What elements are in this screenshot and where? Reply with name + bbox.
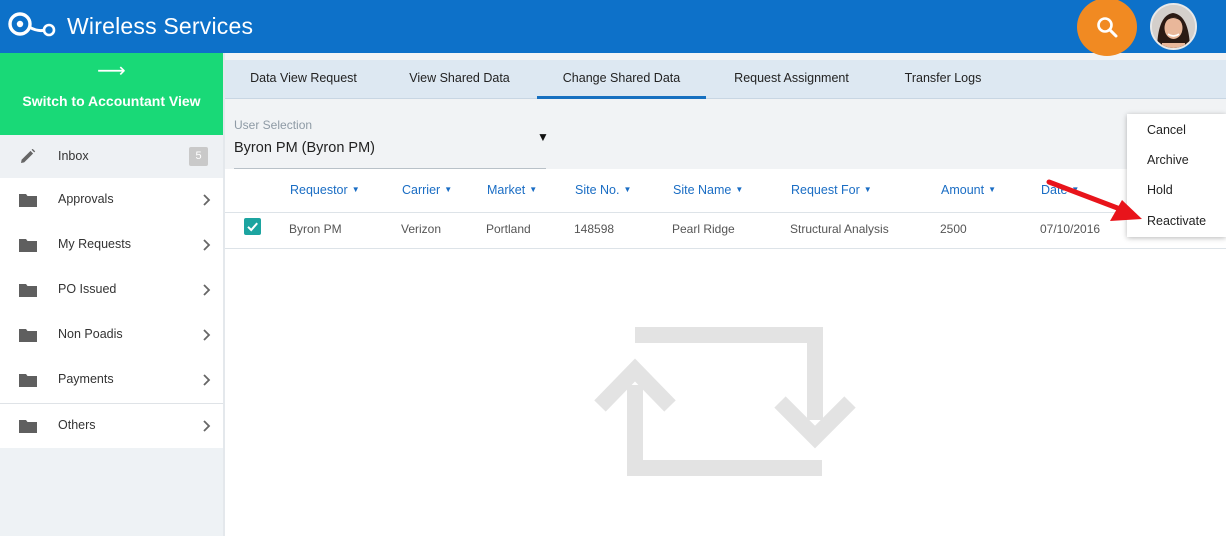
- tab-bar: Data View Request View Shared Data Chang…: [225, 60, 1226, 99]
- sidebar-item-label: Non Poadis: [58, 327, 123, 341]
- inbox-count-badge: 5: [189, 147, 208, 166]
- app-logo-icon: [8, 12, 56, 37]
- table-row-divider: [225, 248, 1226, 249]
- cell-requestor: Byron PM: [289, 222, 342, 236]
- transfer-arrows-icon: [594, 327, 856, 476]
- chevron-right-icon: [203, 284, 211, 296]
- menu-item-hold[interactable]: Hold: [1147, 183, 1173, 197]
- menu-item-cancel[interactable]: Cancel: [1147, 123, 1186, 137]
- tab-transfer-logs[interactable]: Transfer Logs: [877, 60, 1009, 99]
- menu-item-reactivate[interactable]: Reactivate: [1147, 214, 1206, 228]
- sidebar-item-po-issued[interactable]: PO Issued: [0, 268, 223, 313]
- folder-icon: [19, 239, 37, 252]
- folder-icon: [19, 329, 37, 342]
- tab-data-view-request[interactable]: Data View Request: [225, 60, 382, 99]
- column-header-site-name[interactable]: Site Name ▼: [673, 183, 743, 197]
- user-selection-select[interactable]: Byron PM (Byron PM): [234, 140, 375, 156]
- sidebar-item-label: Approvals: [58, 192, 114, 206]
- tab-change-shared-data[interactable]: Change Shared Data: [537, 60, 706, 99]
- menu-item-archive[interactable]: Archive: [1147, 153, 1189, 167]
- sidebar-item-label: Others: [58, 418, 96, 432]
- user-selection-label: User Selection: [234, 118, 313, 132]
- sort-caret-icon: ▼: [444, 185, 453, 194]
- cell-site-no: 148598: [574, 222, 615, 236]
- sidebar: ⟶ Switch to Accountant View Inbox 5 Appr…: [0, 53, 223, 536]
- cell-site-name: Pearl Ridge: [672, 222, 735, 236]
- column-header-carrier[interactable]: Carrier ▼: [402, 183, 452, 197]
- tab-request-assignment[interactable]: Request Assignment: [706, 60, 877, 99]
- sort-caret-icon: ▼: [623, 185, 632, 194]
- folder-icon: [19, 194, 37, 207]
- folder-icon: [19, 284, 37, 297]
- sort-caret-icon: ▼: [735, 185, 744, 194]
- user-avatar[interactable]: [1150, 3, 1197, 50]
- chevron-right-icon: [203, 374, 211, 386]
- chevron-right-icon: [203, 239, 211, 251]
- sidebar-item-label: My Requests: [58, 237, 131, 251]
- switch-to-accountant-view-button[interactable]: ⟶ Switch to Accountant View: [0, 53, 223, 136]
- row-checkbox[interactable]: [244, 218, 261, 235]
- sort-caret-icon: ▼: [529, 185, 538, 194]
- top-bar: Wireless Services: [0, 0, 1226, 56]
- column-header-site-no[interactable]: Site No. ▼: [575, 183, 631, 197]
- folder-icon: [19, 420, 37, 433]
- sidebar-item-approvals[interactable]: Approvals: [0, 178, 223, 223]
- folder-icon: [19, 374, 37, 387]
- pencil-icon: [21, 149, 36, 163]
- dropdown-caret-icon[interactable]: ▼: [537, 130, 549, 144]
- column-header-request-for[interactable]: Request For ▼: [791, 183, 872, 197]
- cell-market: Portland: [486, 222, 531, 236]
- sort-caret-icon: ▼: [988, 185, 997, 194]
- sort-caret-icon: ▼: [351, 185, 360, 194]
- column-header-requestor[interactable]: Requestor ▼: [290, 183, 360, 197]
- column-header-amount[interactable]: Amount ▼: [941, 183, 996, 197]
- cell-amount: 2500: [940, 222, 967, 236]
- search-icon: [1097, 17, 1118, 38]
- sidebar-item-payments[interactable]: Payments: [0, 358, 223, 403]
- sidebar-item-non-poadis[interactable]: Non Poadis: [0, 313, 223, 358]
- checkmark-icon: [247, 222, 258, 232]
- user-photo-icon: [1152, 5, 1195, 48]
- search-button[interactable]: [1077, 0, 1137, 56]
- chevron-right-icon: [203, 420, 211, 432]
- sidebar-item-label: PO Issued: [58, 282, 117, 296]
- app-title: Wireless Services: [67, 13, 254, 39]
- column-header-market[interactable]: Market ▼: [487, 183, 537, 197]
- sort-caret-icon: ▼: [863, 185, 872, 194]
- arrow-right-icon: ⟶: [97, 60, 126, 82]
- sidebar-item-label: Payments: [58, 372, 114, 386]
- cell-carrier: Verizon: [401, 222, 442, 236]
- sidebar-nav: Approvals My Requests PO Issued Non Poad…: [0, 178, 223, 448]
- annotation-arrow-icon: [1046, 179, 1142, 221]
- sidebar-item-my-requests[interactable]: My Requests: [0, 223, 223, 268]
- sidebar-item-others[interactable]: Others: [0, 404, 223, 449]
- tab-view-shared-data[interactable]: View Shared Data: [382, 60, 537, 99]
- chevron-right-icon: [203, 194, 211, 206]
- cell-request-for: Structural Analysis: [790, 222, 889, 236]
- chevron-right-icon: [203, 329, 211, 341]
- switch-view-label: Switch to Accountant View: [22, 93, 201, 109]
- sidebar-item-label: Inbox: [58, 149, 89, 163]
